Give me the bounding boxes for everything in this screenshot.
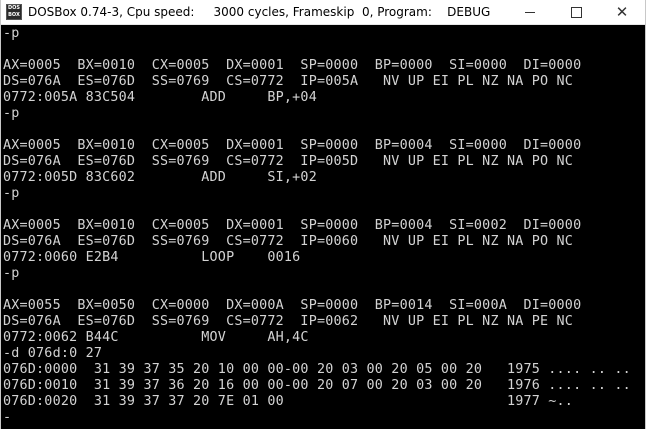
- terminal-line: DS=076A ES=076D SS=0769 CS=0772 IP=0062 …: [3, 314, 574, 329]
- terminal-line: 0772:005A 83C504 ADD BP,+04: [3, 90, 317, 105]
- title-bar[interactable]: DOS BOX DOSBox 0.74-3, Cpu speed: 3000 c…: [1, 0, 645, 25]
- app-icon-text-top: DOS: [7, 5, 20, 11]
- terminal-line: 076D:0000 31 39 37 35 20 10 00 00-00 20 …: [3, 362, 631, 377]
- minimize-button[interactable]: [507, 0, 553, 25]
- window-title: DOSBox 0.74-3, Cpu speed: 3000 cycles, F…: [28, 5, 491, 19]
- close-icon: ✕: [615, 3, 629, 21]
- terminal-line: AX=0055 BX=0050 CX=0000 DX=000A SP=0000 …: [3, 298, 582, 313]
- terminal-line: -p: [3, 186, 20, 201]
- terminal-line: -p: [3, 26, 20, 41]
- terminal-line: AX=0005 BX=0010 CX=0005 DX=0001 SP=0000 …: [3, 218, 582, 233]
- app-icon-text-bottom: BOX: [8, 12, 20, 18]
- terminal-prompt-line: -: [3, 410, 12, 425]
- terminal-line: 0772:0062 B44C MOV AH,4C: [3, 330, 309, 345]
- maximize-button[interactable]: [553, 0, 599, 25]
- terminal-line: DS=076A ES=076D SS=0769 CS=0772 IP=005D …: [3, 154, 574, 169]
- terminal-line: 0772:0060 E2B4 LOOP 0016: [3, 250, 301, 265]
- terminal-line: 076D:0020 31 39 37 37 20 7E 01 00 1977 ~…: [3, 394, 574, 409]
- terminal-line: 0772:005D 83C602 ADD SI,+02: [3, 170, 317, 185]
- maximize-icon: [570, 7, 582, 18]
- terminal-line: -d 076d:0 27: [3, 346, 103, 361]
- dosbox-app-icon: DOS BOX: [6, 4, 22, 20]
- dosbox-window: DOS BOX DOSBox 0.74-3, Cpu speed: 3000 c…: [0, 0, 646, 429]
- terminal-line: -p: [3, 106, 20, 121]
- terminal-screen[interactable]: -p AX=0005 BX=0010 CX=0005 DX=0001 SP=00…: [3, 26, 643, 429]
- close-button[interactable]: ✕: [599, 0, 645, 25]
- terminal-line: 076D:0010 31 39 37 36 20 16 00 00-00 20 …: [3, 378, 631, 393]
- window-controls: ✕: [507, 0, 645, 25]
- minimize-icon: [525, 12, 535, 13]
- terminal-line: DS=076A ES=076D SS=0769 CS=0772 IP=005A …: [3, 74, 574, 89]
- terminal-line: AX=0005 BX=0010 CX=0005 DX=0001 SP=0000 …: [3, 138, 582, 153]
- terminal-line: AX=0005 BX=0010 CX=0005 DX=0001 SP=0000 …: [3, 58, 582, 73]
- terminal-line: -p: [3, 266, 20, 281]
- terminal-line: DS=076A ES=076D SS=0769 CS=0772 IP=0060 …: [3, 234, 574, 249]
